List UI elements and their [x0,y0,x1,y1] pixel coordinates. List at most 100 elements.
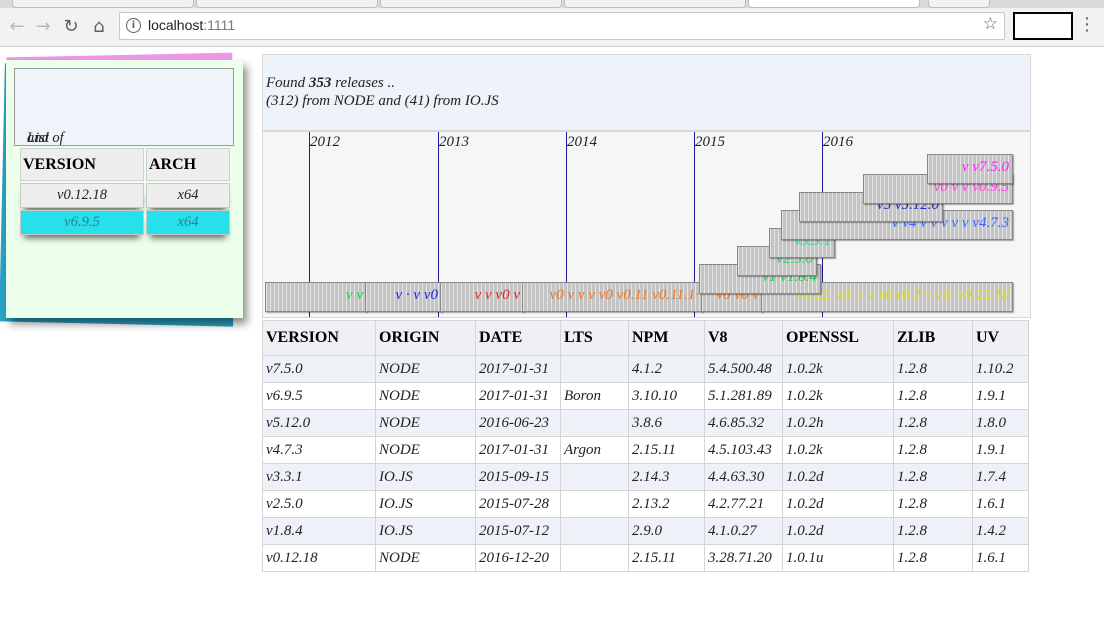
cell-zlib: 1.2.8 [893,544,973,572]
col-header-origin[interactable]: ORIGIN [375,320,476,356]
col-header-version: VERSION [20,148,144,181]
table-row[interactable]: v0.12.18 NODE 2016-12-20 2.15.11 3.28.71… [262,544,1029,572]
cell-npm: 2.9.0 [628,517,705,545]
cell-uv: 1.4.2 [972,517,1029,545]
table-row[interactable]: v4.7.3 NODE 2017-01-31 Argon 2.15.11 4.5… [262,436,1029,464]
cell-version: v2.5.0 [262,490,376,518]
cell-date: 2015-07-28 [475,490,561,518]
home-icon[interactable]: ⌂ [88,16,110,38]
cell-version: v5.12.0 [262,409,376,437]
cell-openssl: 1.0.1u [782,544,894,572]
cell-date: 2017-01-31 [475,436,561,464]
cell-uv: 1.6.1 [972,490,1029,518]
address-url: localhost:1111 [148,17,236,33]
browser-tab[interactable] [196,0,378,8]
cell-v8: 5.1.281.89 [704,382,783,410]
col-header-v8[interactable]: V8 [704,320,783,356]
cell-v8: 4.5.103.43 [704,436,783,464]
back-arrow-icon[interactable]: ← [6,16,28,38]
release-block-v7[interactable]: v v7.5.0 [927,154,1013,184]
release-count: 353 [308,75,332,91]
cell-uv: 1.9.1 [972,436,1029,464]
releases-summary: Found 353 releases .. (312) from NODE an… [262,54,1031,131]
origin-breakdown: (312) from NODE and (41) from IO.JS [266,93,499,109]
installed-intro: List of current installed versionsand in… [14,68,234,200]
cell-lts [560,544,629,572]
cell-openssl: 1.0.2h [782,409,894,437]
new-tab-button[interactable] [928,0,990,8]
cell-openssl: 1.0.2k [782,436,894,464]
release-block-v0[interactable]: v v v0 v [440,282,524,312]
tab-strip [0,0,1104,8]
table-row[interactable]: v2.5.0 IO.JS 2015-07-28 2.13.2 4.2.77.21… [262,490,1029,518]
cell-uv: 1.6.1 [972,544,1029,572]
found-count-line: Found 353 releases .. [266,75,396,91]
cell-origin: NODE [375,355,476,383]
cell-npm: 2.15.11 [628,544,705,572]
release-block-v0[interactable]: v · v v0 [365,282,442,312]
cell-version: v4.7.3 [262,436,376,464]
col-header-version[interactable]: VERSION [262,320,376,356]
cell-date: 2015-09-15 [475,463,561,491]
in-use-arch[interactable]: x64 [146,210,230,235]
cell-origin: NODE [375,544,476,572]
cell-version: v6.9.5 [262,382,376,410]
installed-versions-table: VERSION ARCH v0.12.18 x64 v6.9.5 x64 [18,146,232,237]
cell-date: 2017-01-31 [475,355,561,383]
col-header-date[interactable]: DATE [475,320,561,356]
cell-openssl: 1.0.2d [782,517,894,545]
col-header-zlib[interactable]: ZLIB [893,320,973,356]
cell-uv: 1.7.4 [972,463,1029,491]
cell-npm: 2.14.3 [628,463,705,491]
cell-openssl: 1.0.2d [782,490,894,518]
cell-npm: 3.10.10 [628,382,705,410]
table-row[interactable]: v3.3.1 IO.JS 2015-09-15 2.14.3 4.4.63.30… [262,463,1029,491]
col-header-openssl[interactable]: OPENSSL [782,320,894,356]
bookmark-star-icon[interactable]: ☆ [983,14,998,34]
extension-box[interactable] [1013,12,1073,40]
cell-origin: IO.JS [375,517,476,545]
cell-zlib: 1.2.8 [893,436,973,464]
cell-npm: 2.13.2 [628,490,705,518]
col-header-lts[interactable]: LTS [560,320,629,356]
cell-uv: 1.9.1 [972,382,1029,410]
cell-zlib: 1.2.8 [893,355,973,383]
cell-lts: Boron [560,382,629,410]
address-bar[interactable]: i localhost:1111 ☆ [119,12,1005,40]
installed-arch[interactable]: x64 [146,183,230,208]
kebab-menu-icon[interactable]: ⋮ [1078,14,1096,36]
in-use-version[interactable]: v6.9.5 [20,210,144,235]
cell-date: 2015-07-12 [475,517,561,545]
table-row[interactable]: v6.9.5 NODE 2017-01-31 Boron 3.10.10 5.1… [262,382,1029,410]
browser-tab[interactable] [380,0,562,8]
cell-origin: IO.JS [375,490,476,518]
reload-icon[interactable]: ↻ [60,16,82,38]
browser-tab[interactable] [564,0,746,8]
cell-v8: 4.2.77.21 [704,490,783,518]
cell-npm: 2.15.11 [628,436,705,464]
table-row[interactable]: v7.5.0 NODE 2017-01-31 4.1.2 5.4.500.48 … [262,355,1029,383]
cell-origin: NODE [375,409,476,437]
col-header-uv[interactable]: UV [972,320,1029,356]
release-block-v0[interactable]: v v [265,282,367,312]
installed-version[interactable]: v0.12.18 [20,183,144,208]
in-use-row[interactable]: v6.9.5 x64 [20,210,230,235]
cell-version: v1.8.4 [262,517,376,545]
browser-tab-active[interactable] [748,0,920,8]
browser-tab[interactable] [12,0,194,8]
table-row[interactable]: v5.12.0 NODE 2016-06-23 3.8.6 4.6.85.32 … [262,409,1029,437]
cell-date: 2017-01-31 [475,382,561,410]
cell-uv: 1.10.2 [972,355,1029,383]
cell-npm: 4.1.2 [628,355,705,383]
cell-v8: 5.4.500.48 [704,355,783,383]
cell-lts: Argon [560,436,629,464]
table-row[interactable]: v1.8.4 IO.JS 2015-07-12 2.9.0 4.1.0.27 1… [262,517,1029,545]
info-icon[interactable]: i [126,18,141,33]
cell-npm: 3.8.6 [628,409,705,437]
table-header-row: VERSION ORIGIN DATE LTS NPM V8 OPENSSL Z… [262,320,1029,356]
installed-row[interactable]: v0.12.18 x64 [20,183,230,208]
release-block-v0[interactable]: v0 v v v v0 v0.11 v0.11.1· [522,282,703,312]
forward-arrow-icon[interactable]: → [32,16,54,38]
cell-version: v0.12.18 [262,544,376,572]
col-header-npm[interactable]: NPM [628,320,705,356]
